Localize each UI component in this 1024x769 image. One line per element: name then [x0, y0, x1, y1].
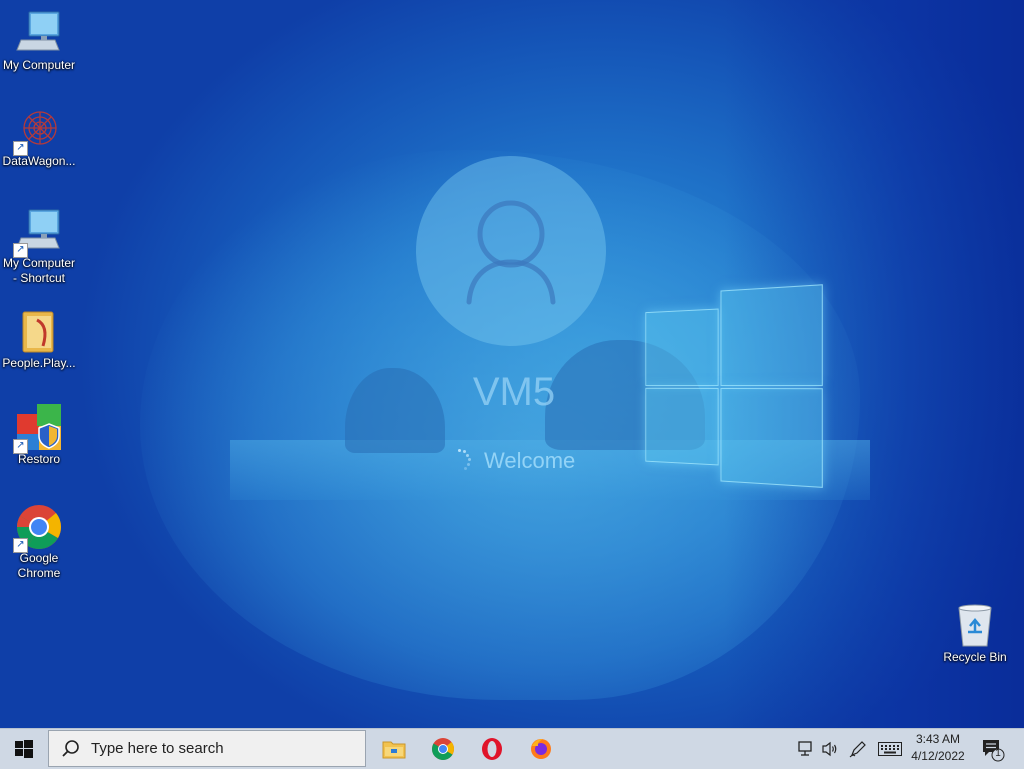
desktop-icon-google-chrome[interactable]: ↗ Google Chrome: [0, 503, 78, 581]
desktop-icon-label: DataWagon...: [0, 154, 78, 169]
computer-icon: ↗: [15, 208, 63, 256]
firefox-icon: [529, 737, 553, 761]
taskbar-clock[interactable]: 3:43 AM 4/12/2022: [906, 731, 970, 765]
chrome-icon: ↗: [15, 503, 63, 551]
shortcut-arrow-icon: ↗: [13, 439, 28, 454]
desktop[interactable]: VM5 Welcome My Computer ↗ DataWagon... ↗…: [0, 0, 1024, 728]
spinner-dot: [467, 463, 470, 466]
notification-count: 1: [994, 748, 1002, 759]
welcome-message: Welcome: [484, 448, 575, 474]
spinner-dot: [468, 458, 471, 461]
desktop-icon-label: Recycle Bin: [936, 650, 1014, 665]
desktop-icon-my-computer[interactable]: My Computer: [0, 10, 78, 73]
volume-icon[interactable]: [820, 739, 840, 759]
user-icon: [416, 156, 606, 346]
taskbar: 3:43 AM 4/12/2022 1: [0, 728, 1024, 769]
file-explorer-icon: [382, 738, 406, 760]
user-name: VM5: [430, 370, 598, 415]
desktop-icon-restoro[interactable]: ↗ Restoro: [0, 404, 78, 467]
start-button[interactable]: [0, 729, 48, 769]
clock-time: 3:43 AM: [906, 731, 970, 748]
welcome-status: Welcome: [446, 446, 575, 476]
taskbar-firefox[interactable]: [517, 729, 565, 769]
taskbar-file-explorer[interactable]: [370, 729, 418, 769]
desktop-icon-my-computer-shortcut[interactable]: ↗ My Computer - Shortcut: [0, 208, 78, 286]
search-icon: [61, 739, 81, 759]
taskbar-search-box[interactable]: [48, 730, 366, 767]
opera-icon: [480, 737, 504, 761]
datawagon-icon: ↗: [15, 106, 63, 154]
desktop-icon-datawagon[interactable]: ↗ DataWagon...: [0, 106, 78, 169]
desktop-icon-label: My Computer - Shortcut: [0, 256, 78, 286]
pen-icon[interactable]: [848, 739, 868, 759]
chrome-icon: [431, 737, 455, 761]
windows-logo-icon: [645, 284, 822, 486]
windows-start-icon: [15, 740, 33, 758]
network-icon[interactable]: [797, 739, 817, 759]
search-input[interactable]: [89, 739, 353, 758]
desktop-icon-label: Google Chrome: [0, 551, 78, 581]
desktop-icon-recycle-bin[interactable]: Recycle Bin: [936, 602, 1014, 665]
spinner-dot: [463, 450, 466, 453]
shortcut-arrow-icon: ↗: [13, 141, 28, 156]
notification-icon: [980, 737, 1006, 763]
spinner-dot: [458, 449, 461, 452]
taskbar-opera[interactable]: [468, 729, 516, 769]
desktop-icon-label: People.Play...: [0, 356, 78, 371]
taskbar-chrome[interactable]: [419, 729, 467, 769]
user-avatar: [416, 156, 606, 346]
loading-spinner-icon: [446, 447, 474, 475]
shortcut-arrow-icon: ↗: [13, 243, 28, 258]
folder-icon: [15, 308, 63, 356]
spinner-dot: [466, 454, 469, 457]
clock-date: 4/12/2022: [906, 748, 970, 765]
recycle-bin-icon: [951, 602, 999, 650]
shortcut-arrow-icon: ↗: [13, 538, 28, 553]
notification-center-button[interactable]: 1: [980, 737, 1006, 763]
desktop-icon-label: Restoro: [0, 452, 78, 467]
keyboard-icon[interactable]: [878, 739, 902, 759]
computer-icon: [15, 10, 63, 58]
desktop-icon-people-play[interactable]: People.Play...: [0, 308, 78, 371]
desktop-icon-label: My Computer: [0, 58, 78, 73]
spinner-dot: [464, 467, 467, 470]
restoro-icon: ↗: [15, 404, 63, 452]
